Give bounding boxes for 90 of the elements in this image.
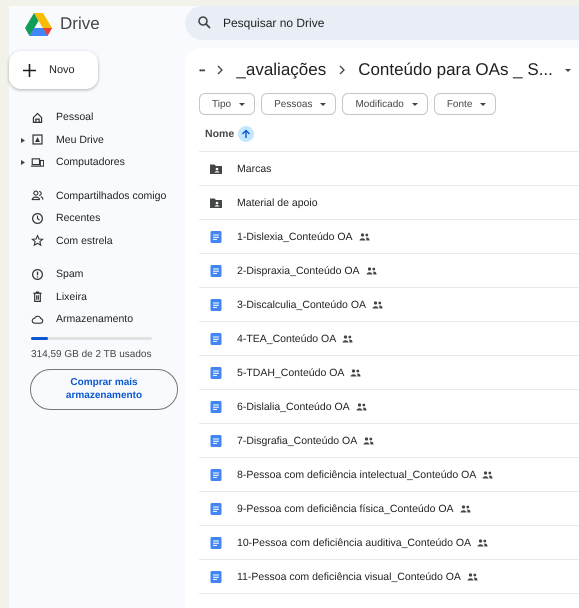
clock-icon bbox=[31, 212, 44, 225]
file-name: 4-TEA_Conteúdo OA bbox=[237, 332, 336, 344]
sidebar-label: Meu Drive bbox=[56, 134, 104, 146]
filter-chip[interactable]: Fonte bbox=[434, 93, 496, 115]
sidebar-item[interactable]: Com estrela bbox=[9, 230, 185, 252]
file-row[interactable]: 7-Disgrafia_Conteúdo OA bbox=[199, 424, 579, 458]
sidebar-item[interactable]: Computadores bbox=[9, 151, 185, 174]
sidebar-item[interactable]: Recentes bbox=[9, 207, 185, 230]
file-row[interactable]: 2-Dispraxia_Conteúdo OA bbox=[199, 254, 579, 288]
sidebar-label: Recentes bbox=[56, 212, 100, 224]
home-icon bbox=[31, 110, 44, 124]
computer-icon bbox=[31, 156, 44, 169]
file-row[interactable]: 1-Dislexia_Conteúdo OA bbox=[199, 220, 579, 254]
file-row[interactable]: Marcas bbox=[199, 152, 579, 186]
document-icon bbox=[209, 366, 223, 380]
sidebar-label: Computadores bbox=[56, 156, 125, 168]
file-name: 11-Pessoa com deficiência visual_Conteúdo OA bbox=[237, 570, 461, 582]
document-icon bbox=[209, 434, 223, 448]
plus-icon bbox=[23, 64, 36, 76]
file-name: 9-Pessoa com deficiência física_Conteúdo OA bbox=[237, 502, 454, 514]
document-icon bbox=[209, 502, 223, 516]
caret-icon bbox=[480, 102, 486, 106]
chevron-icon bbox=[216, 65, 224, 75]
expand-arrow-icon[interactable] bbox=[21, 160, 25, 165]
file-row[interactable]: 5-TDAH_Conteúdo OA bbox=[199, 356, 579, 390]
file-name: Material de apoio bbox=[237, 196, 318, 208]
document-icon bbox=[209, 332, 223, 346]
document-icon bbox=[209, 468, 223, 482]
shared-folder-icon bbox=[209, 196, 223, 210]
sidebar-label: Lixeira bbox=[56, 290, 87, 303]
sidebar-label: Com estrela bbox=[56, 234, 113, 247]
spam-icon bbox=[31, 268, 44, 281]
file-name: 2-Dispraxia_Conteúdo OA bbox=[237, 264, 360, 276]
cloud-icon bbox=[31, 312, 44, 326]
file-name: 1-Dislexia_Conteúdo OA bbox=[237, 230, 353, 242]
chevron-icon bbox=[338, 65, 346, 75]
file-row[interactable]: Material de apoio bbox=[199, 186, 579, 220]
more-button[interactable]: ••• bbox=[199, 66, 204, 74]
search-field[interactable]: Pesquisar no Drive bbox=[185, 6, 579, 40]
file-name: 6-Dislalia_Conteúdo OA bbox=[237, 400, 350, 412]
file-name: 7-Disgrafia_Conteúdo OA bbox=[237, 434, 358, 446]
buy-storage-button[interactable]: Comprar mais armazenamento bbox=[30, 368, 178, 410]
sidebar-label: Armazenamento bbox=[56, 313, 134, 326]
sidebar-item[interactable]: Meu Drive bbox=[9, 128, 185, 151]
breadcrumb-item[interactable]: Conteúdo para OAs _ S... bbox=[358, 60, 553, 80]
sidebar-item[interactable]: Armazenamento bbox=[9, 308, 185, 330]
sidebar-item[interactable]: Compartilhados comigo bbox=[9, 184, 185, 207]
sidebar-label: Pessoal bbox=[56, 111, 94, 124]
file-name: 8-Pessoa com deficiência intelectual_Conteúdo OA bbox=[237, 468, 476, 480]
star-icon bbox=[31, 234, 44, 248]
file-row[interactable]: 11-Pessoa com deficiência visual_Conteúdo OA bbox=[199, 560, 579, 594]
storage-usage: 314,59 GB de 2 TB usados bbox=[31, 348, 152, 360]
file-name: 10-Pessoa com deficiência auditiva_Conteúdo OA bbox=[237, 536, 472, 548]
drive-logo-icon bbox=[25, 12, 52, 36]
filter-chip[interactable]: Pessoas bbox=[261, 93, 336, 115]
file-row[interactable]: 4-TEA_Conteúdo OA bbox=[199, 322, 579, 356]
file-row[interactable]: 6-Dislalia_Conteúdo OA bbox=[199, 390, 579, 424]
caret-icon bbox=[564, 68, 571, 72]
caret-icon bbox=[320, 102, 326, 106]
filter-chip[interactable]: Tipo bbox=[199, 93, 256, 115]
caret-icon bbox=[412, 102, 418, 106]
shared-folder-icon bbox=[209, 162, 223, 176]
trash-icon bbox=[31, 290, 44, 304]
people-icon bbox=[31, 189, 44, 202]
file-row[interactable]: 9-Pessoa com deficiência física_Conteúdo OA bbox=[199, 492, 579, 526]
sidebar-label: Spam bbox=[56, 268, 84, 280]
file-name: 5-TDAH_Conteúdo OA bbox=[237, 366, 344, 378]
sidebar-label: Compartilhados comigo bbox=[56, 190, 166, 202]
breadcrumb-item[interactable]: _avaliações bbox=[236, 60, 326, 80]
file-row[interactable]: 8-Pessoa com deficiência intelectual_Conteúdo OA bbox=[199, 458, 579, 492]
document-icon bbox=[209, 570, 223, 584]
file-name: Marcas bbox=[237, 162, 272, 174]
sidebar-item[interactable]: Spam bbox=[9, 263, 185, 286]
document-icon bbox=[209, 230, 223, 244]
drive-icon bbox=[31, 133, 44, 146]
file-row[interactable]: 3-Discalculia_Conteúdo OA bbox=[199, 288, 579, 322]
document-icon bbox=[209, 536, 223, 550]
document-icon bbox=[209, 400, 223, 414]
expand-arrow-icon[interactable] bbox=[21, 138, 25, 142]
filter-chip[interactable]: Modificado bbox=[342, 93, 428, 115]
caret-icon bbox=[239, 102, 246, 106]
document-icon bbox=[209, 264, 223, 278]
app-name: Drive bbox=[60, 14, 100, 34]
document-icon bbox=[209, 298, 223, 312]
file-row[interactable]: 10-Pessoa com deficiência auditiva_Conteúdo OA bbox=[199, 526, 579, 560]
new-button[interactable]: Novo bbox=[9, 51, 98, 89]
sidebar-item[interactable]: Pessoal bbox=[9, 106, 185, 128]
column-header[interactable]: Nome bbox=[205, 128, 234, 140]
file-name: 3-Discalculia_Conteúdo OA bbox=[237, 298, 366, 310]
sidebar-item[interactable]: Lixeira bbox=[9, 286, 185, 308]
